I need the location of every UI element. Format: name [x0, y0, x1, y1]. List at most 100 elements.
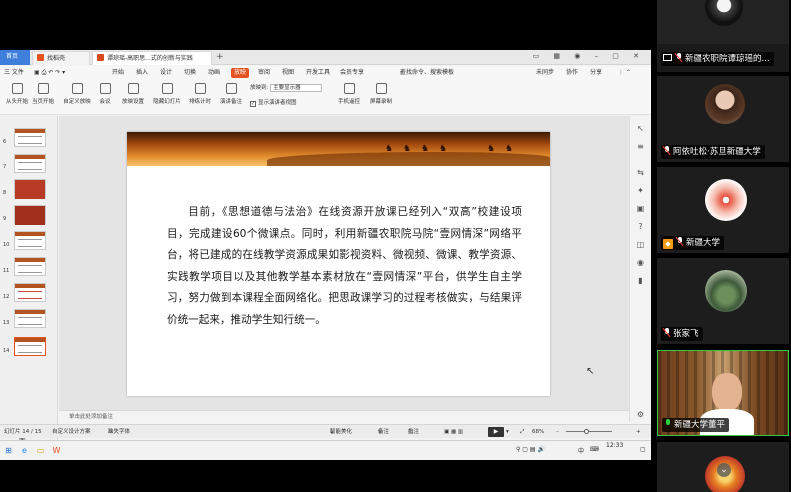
slide-thumbnail[interactable] — [14, 309, 46, 328]
animation-icon[interactable]: ✦ — [636, 186, 645, 195]
slide-thumbnail-selected[interactable] — [14, 337, 46, 356]
slide-thumbnail[interactable] — [14, 257, 46, 276]
participant-card[interactable]: 张家飞 — [657, 258, 789, 344]
menu-transition[interactable]: 切换 — [184, 66, 196, 79]
tab-home[interactable]: 首页 — [0, 50, 30, 65]
slide-thumbnail[interactable] — [14, 128, 46, 147]
tab-presentation[interactable]: 谭琼瑶-高职思...式的创新与实践 — [92, 51, 212, 65]
slide-thumbnail[interactable] — [14, 154, 46, 173]
select-icon[interactable]: ↖ — [636, 124, 645, 133]
ie-browser-icon[interactable]: e — [19, 445, 30, 456]
slide-thumbnail[interactable] — [14, 205, 46, 225]
participant-card[interactable]: 阿依吐松·苏旦新疆大学 — [657, 76, 789, 162]
window-controls[interactable]: ▭ ▦ ◉ – ▢ ✕ — [533, 52, 645, 60]
notes-toggle-label: 备注 — [378, 429, 390, 435]
thumb-number: 10 — [3, 242, 10, 248]
menu-member[interactable]: 会员专享 — [340, 66, 364, 79]
phone-remote-button[interactable]: 手机遥控 — [332, 83, 366, 105]
hide-slide-button[interactable]: 隐藏幻灯片 — [150, 83, 184, 105]
tray-icons[interactable]: ⚲ ▢ ▤ 🔊 — [516, 446, 545, 453]
menu-developer[interactable]: 开发工具 — [306, 66, 330, 79]
collab-button[interactable]: 协作 — [566, 66, 578, 79]
zoom-slider[interactable] — [566, 431, 612, 432]
button-label: 手机遥控 — [337, 99, 360, 105]
settings-icon — [127, 83, 139, 94]
menu-insert[interactable]: 插入 — [136, 66, 148, 79]
speaker-notes-button[interactable]: 演讲备注 — [214, 83, 248, 105]
scroll-icon[interactable]: ▮ — [636, 276, 645, 285]
chart-icon[interactable]: ◫ — [636, 240, 645, 249]
property-icon[interactable]: ≡ — [636, 142, 645, 151]
fit-icon[interactable]: ⤢ — [520, 425, 524, 439]
windows-start-icon[interactable]: ⊞ — [3, 445, 14, 456]
transition-icon[interactable]: ⇆ — [636, 168, 645, 177]
zoom-in-icon[interactable]: + — [636, 425, 641, 439]
thumb-number: 11 — [3, 268, 10, 274]
help-icon[interactable]: ? — [636, 222, 645, 231]
play-dropdown-icon[interactable]: ▾ — [506, 425, 509, 439]
wps-tab-bar: 首页 找稻壳 谭琼瑶-高职思...式的创新与实践 + ▭ ▦ ◉ – ▢ ✕ — [0, 50, 651, 65]
tab-label: 找稻壳 — [47, 55, 66, 62]
menu-design[interactable]: 设计 — [160, 66, 172, 79]
zoom-out-icon[interactable]: – — [556, 425, 559, 439]
current-slide[interactable]: ♞ ♞ ♞ ♞ ♞ ♞ 目前，《思想道德与法治》在线资源开放课已经列入“双高”校… — [127, 132, 550, 396]
menu-slideshow[interactable]: 放映 — [231, 67, 250, 78]
participant-card-sharing[interactable]: 新疆农职院谭琼瑶的... — [657, 44, 789, 72]
show-settings-button[interactable]: 放映设置 — [116, 83, 150, 105]
screen-record-button[interactable]: 屏幕录制 — [364, 83, 398, 105]
phone-icon — [343, 83, 355, 94]
clock[interactable]: 12:33 — [606, 442, 623, 450]
camel-icon: ♞ — [403, 144, 412, 154]
menu-file[interactable]: 三 文件 — [4, 66, 24, 79]
zoom-slider-handle[interactable] — [584, 429, 589, 434]
participant-name-text: 新疆大学董平 — [674, 420, 726, 430]
play-from-start-icon — [11, 83, 23, 94]
settings-icon[interactable]: ⚙ — [636, 410, 645, 419]
slide-body-text[interactable]: 目前，《思想道德与法治》在线资源开放课已经列入“双高”校建设项目，完成建设60个… — [167, 202, 522, 331]
slide-thumbnail[interactable] — [14, 283, 46, 302]
menu-animation[interactable]: 动画 — [208, 66, 220, 79]
slide-thumbnail[interactable] — [14, 179, 46, 199]
avatar — [705, 84, 745, 124]
file-explorer-icon[interactable]: ▭ — [35, 445, 46, 456]
participant-card-active-speaker[interactable]: 新疆大学董平 — [657, 350, 789, 436]
view-mode-icons[interactable]: ▣ ▦ ▥ — [444, 425, 463, 439]
menu-review[interactable]: 审阅 — [258, 66, 270, 79]
rehearse-timing-button[interactable]: 排练计时 — [183, 83, 217, 105]
thumb-number: 9 — [3, 216, 7, 222]
camel-icon: ♞ — [385, 144, 394, 154]
hide-slide-icon — [161, 83, 173, 94]
new-tab-icon[interactable]: + — [216, 51, 224, 63]
user-icon: ◆ — [663, 239, 673, 249]
menu-home[interactable]: 开始 — [112, 66, 124, 79]
keyboard-icon[interactable]: ⌨ — [590, 446, 599, 453]
from-current-button[interactable]: 当页开始 — [26, 83, 60, 105]
menu-view[interactable]: 视图 — [282, 66, 294, 79]
thumb-number: 12 — [3, 294, 10, 300]
participant-card[interactable]: ◆ 新疆大学 — [657, 167, 789, 253]
missing-font-label: 缺失字体 — [108, 429, 131, 435]
ime-indicator[interactable]: 中 — [578, 446, 584, 455]
notes-pane[interactable]: 单击此处添加备注 — [59, 410, 629, 422]
theme-name[interactable]: 自定义设计方案 — [52, 425, 91, 439]
quick-access-icons[interactable]: ▣ ⎙ ↶ ↷ ▾ — [34, 66, 65, 79]
checkbox-icon: ✓ — [250, 101, 256, 107]
display-select[interactable]: 主要显示器 — [270, 83, 323, 92]
chevron-down-icon[interactable]: ⌄ — [717, 463, 731, 477]
notification-icon[interactable]: ▢ — [640, 446, 646, 453]
play-slideshow-button[interactable]: ▶ — [488, 427, 504, 437]
more-icon[interactable]: ⋮ ⌃ — [618, 66, 631, 79]
play-current-icon — [37, 83, 49, 94]
wps-icon[interactable]: W — [51, 445, 62, 456]
sync-status[interactable]: 未同步 — [536, 66, 554, 79]
record-icon[interactable]: ◉ — [636, 258, 645, 267]
share-button[interactable]: 分享 — [590, 66, 602, 79]
design-icon[interactable]: ▣ — [636, 204, 645, 213]
camel-icon: ♞ — [421, 144, 430, 154]
docer-icon — [37, 54, 44, 61]
tab-find-docer[interactable]: 找稻壳 — [32, 51, 90, 65]
zoom-level[interactable]: 68% — [532, 425, 544, 439]
participant-card[interactable] — [657, 0, 789, 44]
slide-thumbnail[interactable] — [14, 231, 46, 250]
presenter-view-toggle[interactable]: ✓ 显示演讲者视图 — [250, 98, 297, 107]
